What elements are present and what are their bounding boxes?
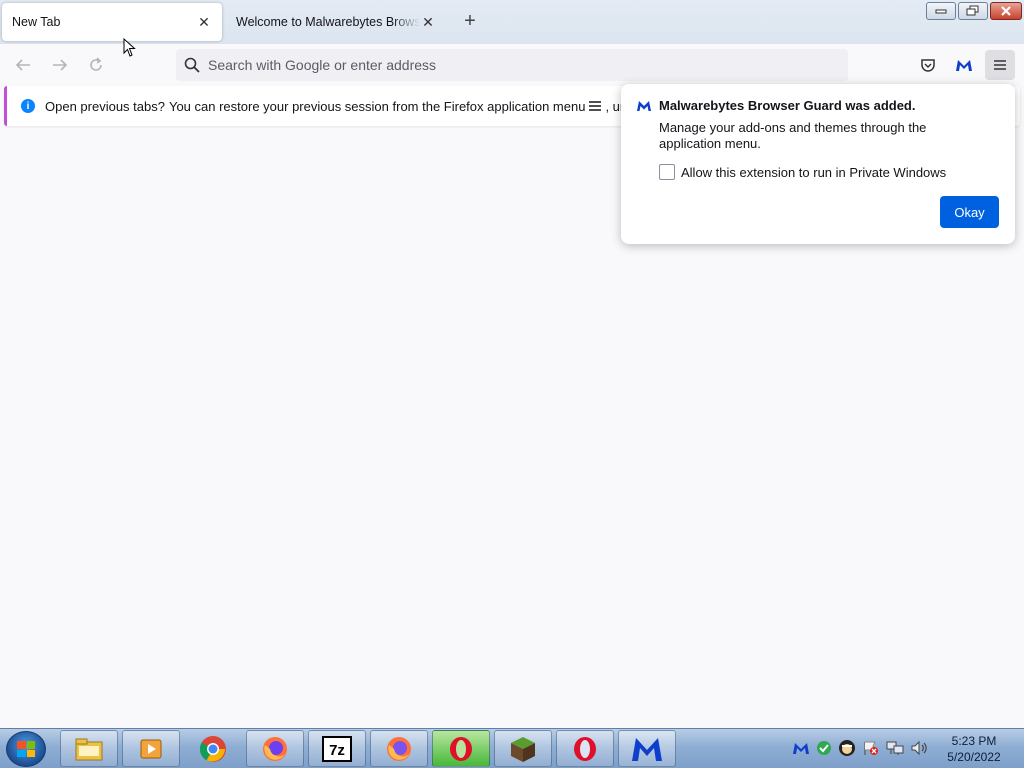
taskbar-7zip[interactable]: 7z bbox=[308, 730, 366, 767]
notification-text: You can restore your previous session fr… bbox=[168, 98, 586, 114]
info-icon: i bbox=[21, 99, 35, 113]
reload-button[interactable] bbox=[83, 52, 109, 78]
back-button[interactable] bbox=[10, 52, 36, 78]
tab-label: New Tab bbox=[12, 15, 61, 29]
malwarebytes-icon bbox=[632, 737, 662, 761]
firefox-icon bbox=[263, 736, 287, 761]
address-bar[interactable] bbox=[176, 49, 848, 81]
malwarebytes-icon bbox=[637, 100, 651, 111]
tab-label: Welcome to Malwarebytes Browser Guard bbox=[236, 15, 420, 29]
panel-description: Manage your add-ons and themes through t… bbox=[659, 120, 927, 151]
taskbar-media-player[interactable] bbox=[122, 730, 180, 767]
forward-arrow-icon bbox=[53, 59, 68, 71]
opera-icon bbox=[450, 736, 472, 761]
navigation-toolbar bbox=[0, 44, 1024, 86]
taskbar-chrome[interactable] bbox=[184, 730, 242, 767]
taskbar-firefox-2[interactable] bbox=[370, 730, 428, 767]
security-check-icon[interactable] bbox=[816, 740, 832, 756]
windows-logo-icon bbox=[17, 741, 35, 757]
hamburger-menu-icon bbox=[994, 60, 1006, 70]
back-arrow-icon bbox=[15, 59, 30, 71]
notification-title: Open previous tabs? bbox=[45, 98, 165, 114]
firefox-icon bbox=[387, 736, 411, 761]
action-center-flag-icon[interactable] bbox=[862, 740, 880, 756]
restore-button[interactable] bbox=[958, 2, 988, 20]
malwarebytes-icon bbox=[956, 60, 972, 71]
taskbar-opera[interactable] bbox=[556, 730, 614, 767]
tab-malwarebytes-welcome[interactable]: Welcome to Malwarebytes Browser Guard ✕ bbox=[226, 3, 446, 41]
forward-button[interactable] bbox=[47, 52, 73, 78]
opera-icon bbox=[574, 736, 596, 761]
window-controls bbox=[926, 2, 1022, 20]
okay-button[interactable]: Okay bbox=[940, 196, 999, 228]
restore-icon bbox=[966, 5, 979, 16]
clock-time: 5:23 PM bbox=[951, 734, 997, 748]
mouse-cursor-icon bbox=[123, 38, 136, 57]
taskbar-clock[interactable]: 5:23 PM 5/20/2022 bbox=[936, 733, 1012, 765]
taskbar-file-explorer[interactable] bbox=[60, 730, 118, 767]
media-player-icon bbox=[140, 739, 162, 758]
minecraft-grass-block-icon bbox=[511, 736, 535, 762]
new-tab-plus-icon[interactable]: + bbox=[459, 11, 481, 33]
close-icon bbox=[1001, 6, 1011, 16]
search-icon bbox=[184, 57, 200, 73]
tab-strip: New Tab ✕ Welcome to Malwarebytes Browse… bbox=[0, 0, 1024, 44]
hamburger-menu-icon bbox=[589, 101, 602, 111]
avatar-tray-icon[interactable] bbox=[838, 739, 856, 757]
checkbox-label[interactable]: Allow this extension to run in Private W… bbox=[681, 165, 946, 180]
taskbar-malwarebytes[interactable] bbox=[618, 730, 676, 767]
application-menu-button[interactable] bbox=[985, 50, 1015, 80]
network-icon[interactable] bbox=[886, 740, 904, 756]
7zip-icon: 7z bbox=[322, 735, 352, 762]
search-input[interactable] bbox=[208, 57, 808, 73]
svg-text:7z: 7z bbox=[329, 742, 345, 759]
tab-close-icon[interactable]: ✕ bbox=[420, 14, 436, 30]
windows-taskbar: 7z 5:23 PM 5/20/2022 bbox=[0, 728, 1024, 768]
pocket-icon bbox=[921, 59, 935, 72]
extension-added-panel: Malwarebytes Browser Guard was added. Ma… bbox=[621, 84, 1015, 244]
tab-new-tab[interactable]: New Tab ✕ bbox=[2, 3, 222, 41]
private-windows-checkbox-row[interactable]: Allow this extension to run in Private W… bbox=[659, 164, 999, 180]
private-windows-checkbox[interactable] bbox=[659, 164, 675, 180]
taskbar-firefox[interactable] bbox=[246, 730, 304, 767]
panel-title: Malwarebytes Browser Guard was added. bbox=[659, 98, 916, 113]
start-button[interactable] bbox=[6, 731, 46, 767]
system-tray bbox=[792, 739, 928, 757]
reload-icon bbox=[90, 57, 102, 71]
clock-date: 5/20/2022 bbox=[947, 750, 1001, 764]
malwarebytes-tray-icon[interactable] bbox=[792, 741, 810, 755]
folder-icon bbox=[75, 738, 103, 760]
volume-icon[interactable] bbox=[910, 740, 928, 756]
chrome-icon bbox=[199, 735, 226, 762]
close-window-button[interactable] bbox=[990, 2, 1022, 20]
taskbar-minecraft[interactable] bbox=[494, 730, 552, 767]
minimize-button[interactable] bbox=[926, 2, 956, 20]
malwarebytes-extension-button[interactable] bbox=[949, 50, 979, 80]
minimize-icon bbox=[935, 9, 947, 14]
tab-close-icon[interactable]: ✕ bbox=[196, 14, 212, 30]
pocket-button[interactable] bbox=[913, 50, 943, 80]
taskbar-opera-gx[interactable] bbox=[432, 730, 490, 767]
